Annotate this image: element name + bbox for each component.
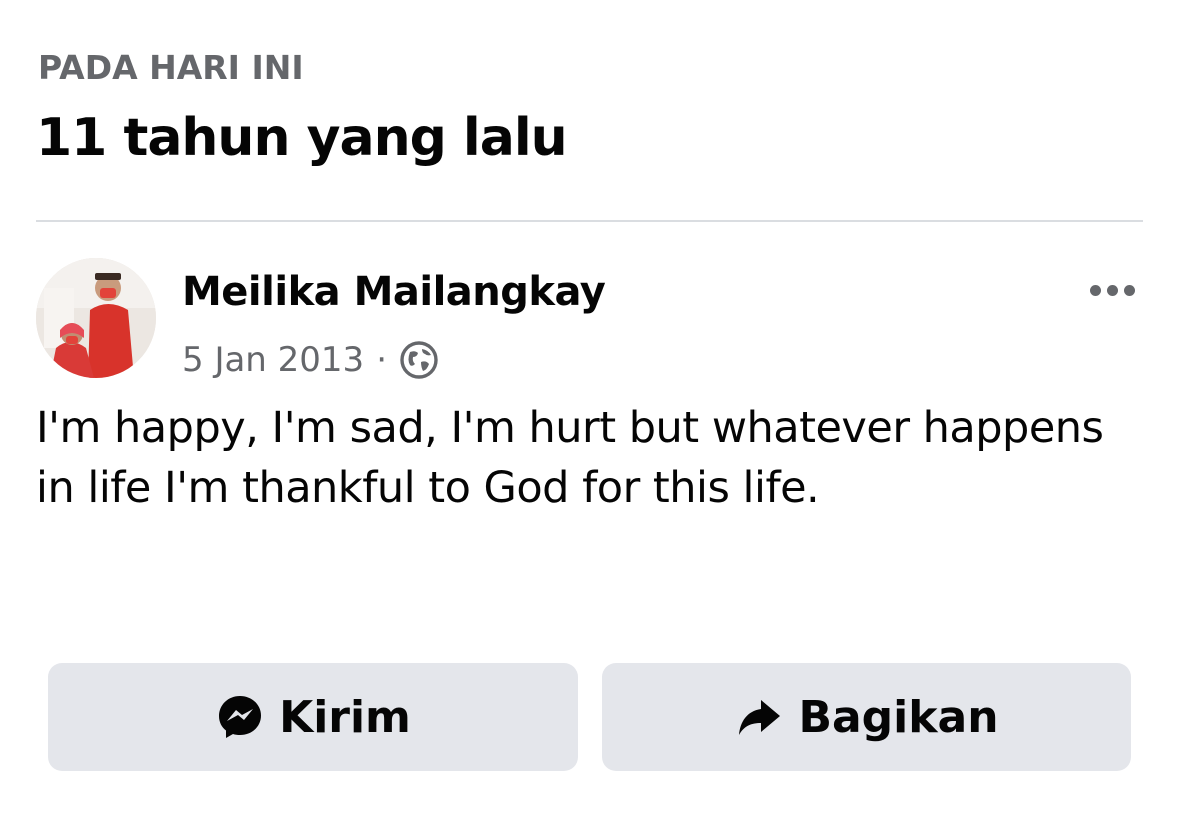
send-button[interactable]: Kirim [48, 663, 578, 771]
divider [36, 220, 1143, 222]
more-options-icon [1089, 284, 1101, 296]
memory-years-ago-title: 11 tahun yang lalu [36, 108, 568, 168]
post-text: I'm happy, I'm sad, I'm hurt but whateve… [36, 403, 1104, 513]
memory-section-label: PADA HARI INI [38, 48, 304, 87]
share-arrow-icon [734, 692, 784, 742]
author-avatar[interactable] [36, 258, 156, 378]
post-date[interactable]: 5 Jan 2013 [182, 340, 364, 380]
more-options-button[interactable] [1080, 272, 1144, 308]
messenger-icon [215, 692, 265, 742]
author-name[interactable]: Meilika Mailangkay [182, 266, 606, 318]
post-meta: 5 Jan 2013 · [182, 336, 439, 384]
meta-separator: · [376, 340, 387, 380]
share-button[interactable]: Bagikan [602, 663, 1131, 771]
globe-icon [399, 340, 439, 380]
share-button-label: Bagikan [798, 691, 999, 743]
send-button-label: Kirim [279, 691, 411, 743]
